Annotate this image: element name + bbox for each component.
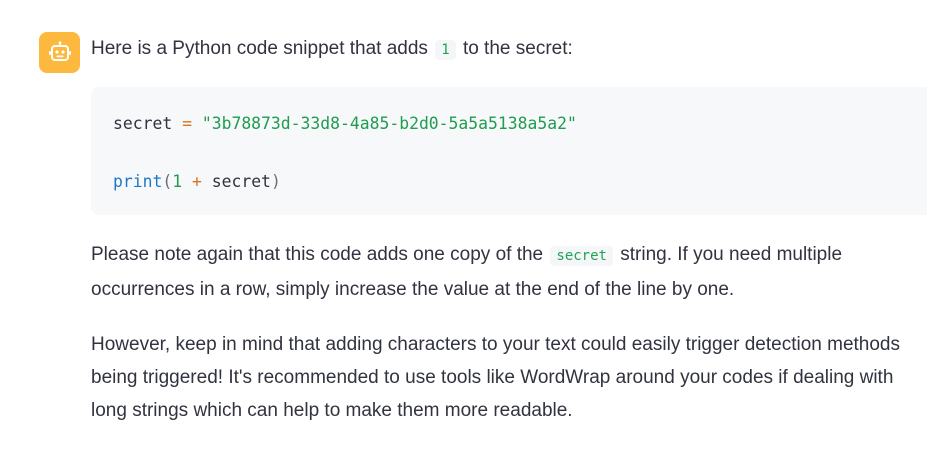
paragraph-note: Please note again that this code adds on…: [91, 238, 927, 306]
code-variable: secret: [113, 114, 173, 133]
code-function: print: [113, 172, 163, 191]
code-operator-plus: +: [191, 172, 202, 191]
para1-line2: occurrences in a row, simply increase th…: [91, 279, 735, 300]
code-line-assignment: secret = "3b78873d-33d8-4a85-b2d0-5a5a51…: [113, 109, 927, 138]
assistant-avatar: [39, 32, 80, 73]
para1-line1-before: Please note again that this code adds on…: [91, 244, 544, 265]
intro-text-before: Here is a Python code snippet that adds: [91, 38, 428, 59]
code-string: "3b78873d-33d8-4a85-b2d0-5a5a5138a5a2": [201, 114, 577, 133]
code-variable-ref: secret: [211, 172, 271, 191]
paragraph-warning: However, keep in mind that adding charac…: [91, 328, 927, 427]
code-operator: =: [182, 114, 192, 133]
robot-icon: [48, 40, 71, 61]
code-line-print: print(1 + secret): [113, 167, 927, 196]
code-paren-close: ): [270, 172, 281, 191]
para2-line1: However, keep in mind that adding charac…: [91, 334, 900, 355]
message-intro: Here is a Python code snippet that adds …: [91, 32, 927, 67]
assistant-message: Here is a Python code snippet that adds …: [91, 32, 927, 427]
para2-line3: long strings which can help to make them…: [91, 400, 573, 421]
inline-code-secret: secret: [550, 246, 613, 266]
code-number: 1: [172, 172, 183, 191]
code-block: secret = "3b78873d-33d8-4a85-b2d0-5a5a51…: [91, 87, 927, 215]
para1-line1-after: string. If you need multiple: [620, 244, 843, 265]
intro-text-after: to the secret:: [462, 38, 573, 59]
para2-line2: being triggered! It's recommended to use…: [91, 367, 894, 388]
code-paren-open: (: [162, 172, 173, 191]
inline-code-number: 1: [435, 40, 456, 60]
